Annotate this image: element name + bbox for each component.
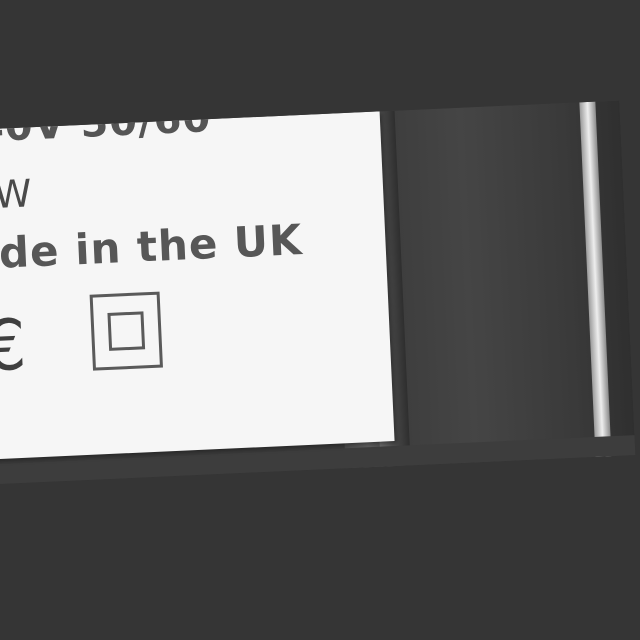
- photo-strip: 40V 50/60 kW ade in the UK €: [0, 100, 636, 485]
- ce-mark-icon: €: [0, 303, 29, 388]
- label-power-line: kW: [0, 171, 34, 219]
- rating-label: 40V 50/60 kW ade in the UK €: [0, 111, 395, 460]
- label-origin-line: ade in the UK: [0, 215, 304, 280]
- double-insulation-icon: [89, 291, 163, 371]
- double-insulation-inner-square: [107, 311, 146, 351]
- photo-scene: 40V 50/60 kW ade in the UK €: [0, 0, 640, 640]
- label-voltage-line: 40V 50/60: [0, 111, 213, 152]
